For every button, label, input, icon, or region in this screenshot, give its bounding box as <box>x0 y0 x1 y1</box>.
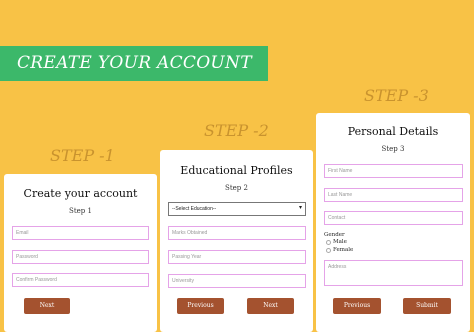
banner: CREATE YOUR ACCOUNT <box>0 46 268 81</box>
step-1-label: STEP -1 <box>50 146 115 165</box>
gender-label: Gender <box>324 232 345 238</box>
step-1-title: Create your account <box>23 187 138 200</box>
submit-button[interactable]: Submit <box>403 298 451 314</box>
chevron-down-icon: ▾ <box>298 205 302 211</box>
step-1-subtitle: Step 1 <box>69 207 92 215</box>
gender-option-male-label: Male <box>333 239 347 245</box>
step-1-card: Create your account Step 1 Email Passwor… <box>4 174 157 332</box>
radio-male[interactable] <box>326 240 331 245</box>
first-name-field[interactable]: First Name <box>324 164 463 178</box>
step-3-label: STEP -3 <box>364 86 429 105</box>
radio-female[interactable] <box>326 248 331 253</box>
banner-title: CREATE YOUR ACCOUNT <box>17 53 252 73</box>
step-2-subtitle: Step 2 <box>225 184 248 192</box>
step-1-next-button[interactable]: Next <box>24 298 70 314</box>
step-2-label: STEP -2 <box>204 121 269 140</box>
step-3-previous-button[interactable]: Previous <box>333 298 381 314</box>
address-textarea[interactable]: Address <box>324 260 463 286</box>
marks-obtained-field[interactable]: Marks Obtained <box>168 226 306 240</box>
contact-field[interactable]: Contact <box>324 211 463 225</box>
passing-year-field[interactable]: Passing Year <box>168 250 306 264</box>
last-name-field[interactable]: Last Name <box>324 188 463 202</box>
step-3-title: Personal Details <box>347 125 439 138</box>
step-2-next-button[interactable]: Next <box>247 298 294 314</box>
step-2-previous-button[interactable]: Previous <box>177 298 224 314</box>
education-select-value: --Select Education-- <box>172 206 217 212</box>
confirm-password-field[interactable]: Confirm Password <box>12 273 149 287</box>
education-select[interactable]: --Select Education-- ▾ <box>168 202 306 216</box>
step-2-card: Educational Profiles Step 2 --Select Edu… <box>160 150 313 332</box>
step-2-title: Educational Profiles <box>180 164 293 177</box>
password-field[interactable]: Password <box>12 250 149 264</box>
step-3-card: Personal Details Step 3 First Name Last … <box>316 113 470 332</box>
email-field[interactable]: Email <box>12 226 149 240</box>
step-3-subtitle: Step 3 <box>381 145 405 153</box>
gender-option-female-label: Female <box>333 247 354 253</box>
university-field[interactable]: University <box>168 274 306 288</box>
